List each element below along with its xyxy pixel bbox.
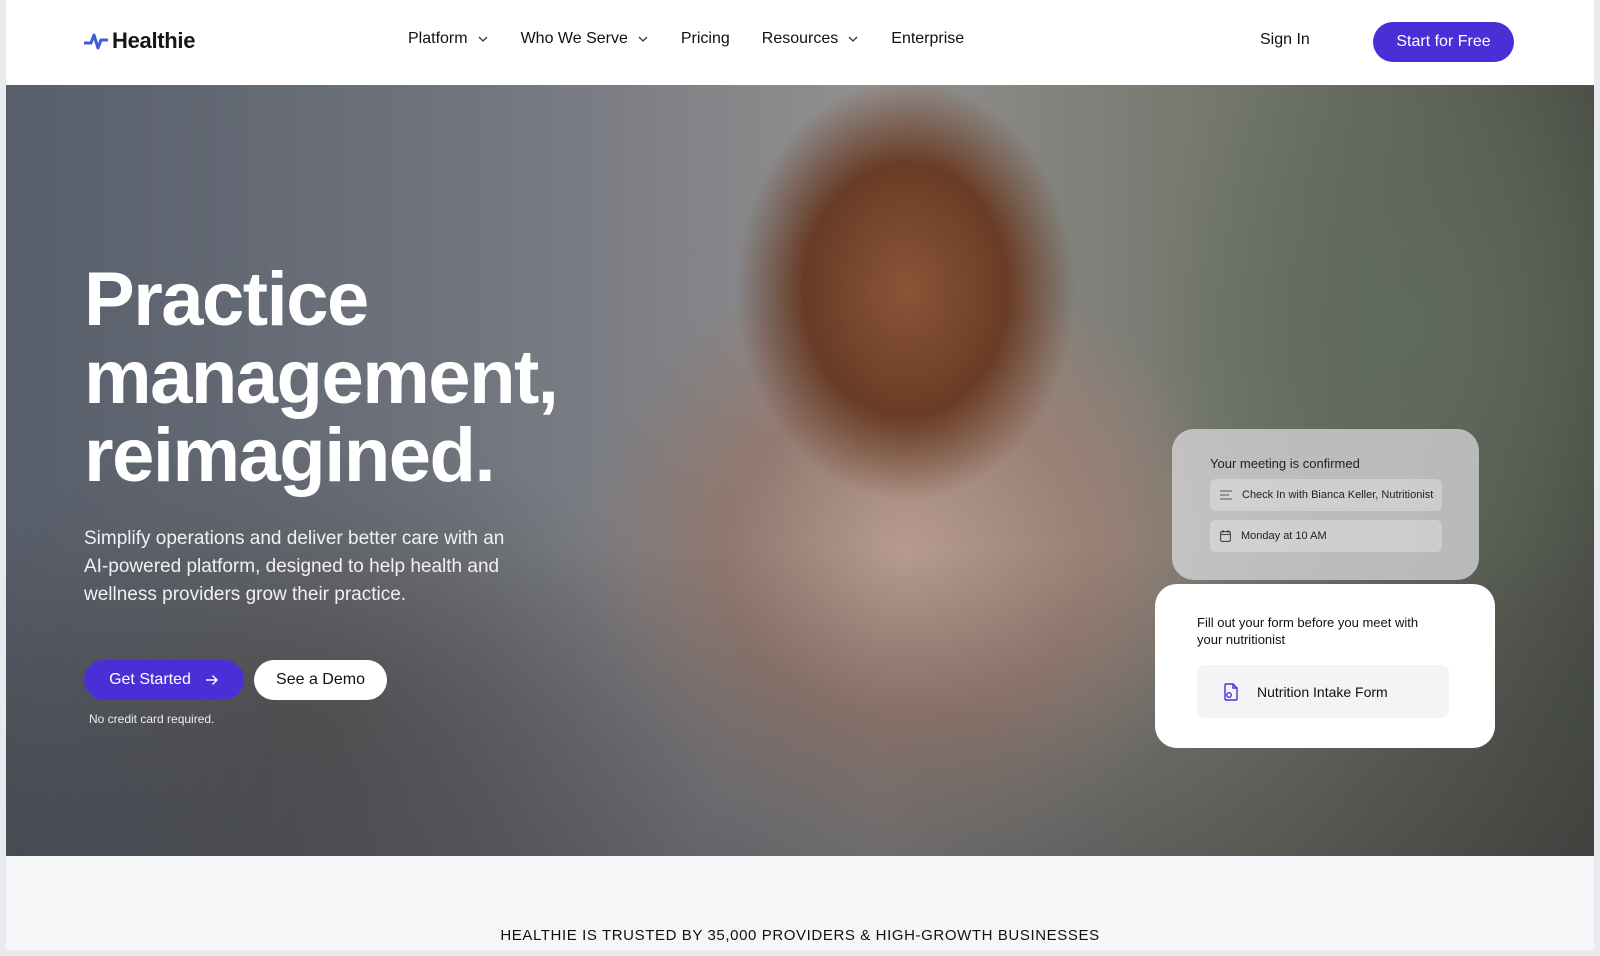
meeting-card-title: Your meeting is confirmed bbox=[1210, 456, 1360, 471]
sign-in-link[interactable]: Sign In bbox=[1260, 31, 1310, 49]
hero-title: Practice management, reimagined. bbox=[84, 261, 644, 495]
nav-label: Who We Serve bbox=[520, 30, 628, 47]
no-credit-card-note: No credit card required. bbox=[89, 712, 215, 726]
nav-label: Enterprise bbox=[891, 30, 965, 47]
nav-label: Platform bbox=[408, 30, 468, 47]
calendar-icon bbox=[1220, 530, 1231, 542]
get-started-button[interactable]: Get Started bbox=[84, 660, 244, 700]
trusted-by-heading: HEALTHIE IS TRUSTED BY 35,000 PROVIDERS … bbox=[500, 927, 1100, 944]
form-reminder-card: Fill out your form before you meet with … bbox=[1155, 584, 1495, 748]
nav-resources[interactable]: Resources bbox=[762, 30, 859, 48]
logo-text: Healthie bbox=[112, 28, 196, 53]
meeting-time-row: Monday at 10 AM bbox=[1210, 520, 1442, 552]
meeting-event-row: Check In with Bianca Keller, Nutritionis… bbox=[1210, 479, 1442, 511]
hero-section: Practice management, reimagined. Simplif… bbox=[6, 85, 1594, 856]
nav-pricing[interactable]: Pricing bbox=[681, 30, 730, 48]
page: Healthie Platform Who We Serve Pricing R… bbox=[6, 0, 1594, 950]
see-a-demo-button[interactable]: See a Demo bbox=[254, 660, 387, 700]
get-started-label: Get Started bbox=[109, 671, 191, 688]
meeting-confirmed-card: Your meeting is confirmed Check In with … bbox=[1172, 429, 1479, 580]
hero-title-line: management, bbox=[84, 335, 559, 420]
hero-subtitle: Simplify operations and deliver better c… bbox=[84, 528, 505, 605]
nav-label: Resources bbox=[761, 30, 839, 47]
chevron-down-icon bbox=[478, 36, 488, 42]
document-icon bbox=[1224, 682, 1238, 701]
main-nav: Platform Who We Serve Pricing Resources … bbox=[408, 30, 996, 48]
chevron-down-icon bbox=[638, 36, 648, 42]
hero-title-line: reimagined. bbox=[84, 413, 496, 498]
form-card-title: Fill out your form before you meet with … bbox=[1197, 615, 1419, 647]
nav-enterprise[interactable]: Enterprise bbox=[891, 30, 964, 48]
start-for-free-button[interactable]: Start for Free bbox=[1373, 22, 1514, 62]
site-header: Healthie Platform Who We Serve Pricing R… bbox=[6, 0, 1594, 85]
form-name: Nutrition Intake Form bbox=[1257, 683, 1388, 700]
nutrition-intake-form-link[interactable]: Nutrition Intake Form bbox=[1197, 665, 1449, 718]
logo-pulse-icon bbox=[84, 33, 108, 50]
meeting-event-text: Check In with Bianca Keller, Nutritionis… bbox=[1242, 489, 1434, 501]
arrow-right-icon bbox=[205, 675, 218, 685]
logo[interactable]: Healthie bbox=[84, 28, 195, 54]
nav-label: Pricing bbox=[680, 30, 730, 47]
hero-title-line: Practice bbox=[84, 257, 369, 342]
nav-who-we-serve[interactable]: Who We Serve bbox=[521, 30, 649, 48]
chevron-down-icon bbox=[848, 36, 858, 42]
list-icon bbox=[1220, 490, 1232, 500]
nav-platform[interactable]: Platform bbox=[408, 30, 489, 48]
meeting-time-text: Monday at 10 AM bbox=[1241, 530, 1327, 542]
